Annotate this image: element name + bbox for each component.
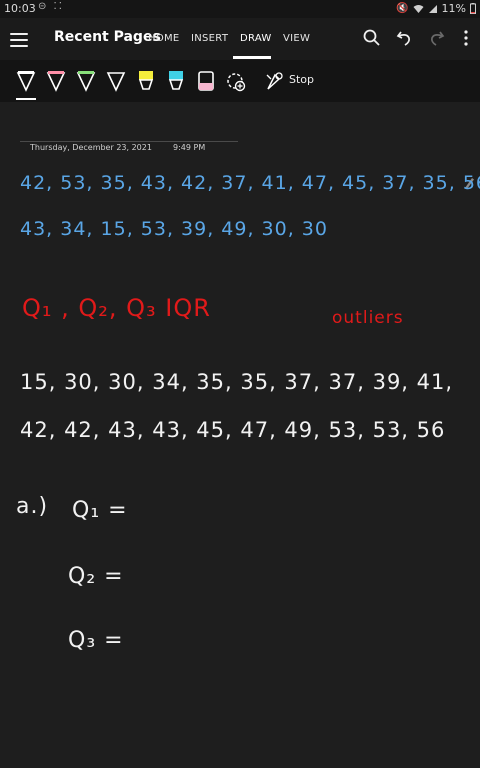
eraser-icon[interactable] [195,69,217,95]
tab-insert[interactable]: INSERT [191,33,228,44]
ink-sorted-line-2: 42, 42, 43, 43, 45, 47, 49, 53, 53, 56 [20,418,446,442]
tab-view[interactable]: VIEW [283,33,310,44]
page-time: 9:49 PM [173,143,206,152]
ink-quartile-heading: Q₁ , Q₂, Q₃ IQR [22,294,211,322]
more-options-icon[interactable] [456,28,476,48]
redo-icon[interactable] [426,28,446,48]
add-pen-icon[interactable] [225,69,247,95]
battery-icon [470,3,476,14]
search-icon[interactable] [362,28,382,48]
pen-pink-icon[interactable] [45,69,67,95]
undo-icon[interactable] [395,28,415,48]
active-tab-indicator [233,56,271,59]
battery-percent: 11% [441,2,466,15]
pen-toolbar: Stop [0,60,480,102]
selected-pen-indicator [16,98,36,100]
stop-button[interactable]: Stop [289,73,314,86]
tab-draw[interactable]: DRAW [240,33,272,44]
signal-icon [428,4,437,13]
page-date: Thursday, December 23, 2021 [30,143,152,152]
status-bar: 10:03 ⊝ ⁚⁚ 🔇 11% [0,0,480,18]
notification-icons: ⊝ ⁚⁚ [38,1,64,12]
ink-data-line-2: 43, 34, 15, 53, 39, 49, 30, 30 [20,218,328,240]
recent-pages-title[interactable]: Recent Pages [54,29,161,45]
ink-q3-label: Q₃ = [68,628,124,653]
ink-outliers-heading: outliers [332,308,404,328]
ink-data-line-1: 42, 53, 35, 43, 42, 37, 41, 47, 45, 37, … [20,172,480,194]
ink-part-a: a.) [16,494,49,519]
app-bar: Recent Pages HOME INSERT DRAW VIEW [0,18,480,60]
hamburger-menu-icon[interactable] [10,29,28,49]
note-canvas[interactable]: Thursday, December 23, 2021 9:49 PM 42, … [0,102,480,768]
highlighter-cyan-icon[interactable] [165,69,187,95]
ink-q1-label: Q₁ = [72,498,128,523]
ink-sorted-line-1: 15, 30, 30, 34, 35, 35, 37, 37, 39, 41, [20,370,454,394]
pen-green-icon[interactable] [75,69,97,95]
status-right: 🔇 11% [396,2,476,15]
mute-icon: 🔇 [396,3,409,14]
tab-home[interactable]: HOME [148,33,180,44]
status-time: 10:03 [4,2,36,15]
ink-q2-label: Q₂ = [68,564,124,589]
pen-white-alt-icon[interactable] [105,69,127,95]
wifi-icon [413,4,424,13]
pen-white-icon[interactable] [15,69,37,95]
page-title-line[interactable] [20,141,238,142]
highlighter-yellow-icon[interactable] [135,69,157,95]
ink-replay-stop-icon[interactable] [263,69,285,95]
